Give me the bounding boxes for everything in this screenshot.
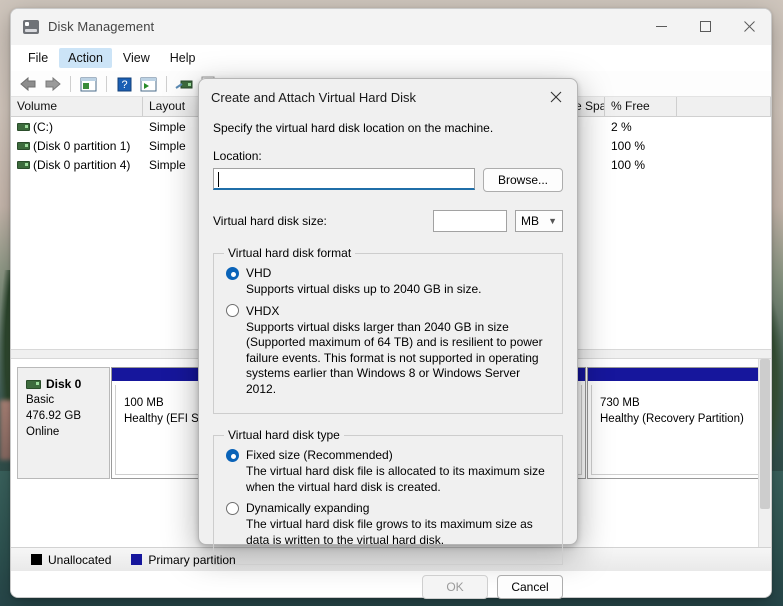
show-hide-tree-icon[interactable] [78,74,99,94]
location-row: Browse... [213,168,563,192]
radio-vhdx[interactable]: VHDX [226,304,552,318]
title-bar: Disk Management [11,9,771,45]
dialog-description: Specify the virtual hard disk location o… [213,121,494,135]
disk-label: Disk 0 [46,377,82,391]
column-header-percent-free[interactable]: % Free [605,97,677,116]
vhdx-help-text: Supports virtual disks larger than 2040 … [246,319,543,396]
dialog-footer: OK Cancel [199,565,577,606]
disk-type: Basic [26,394,55,406]
disk-status: Online [26,426,60,438]
row-layout: Simple [149,119,186,134]
fixed-size-help-text: The virtual hard disk file is allocated … [246,464,545,494]
menu-view[interactable]: View [114,48,159,68]
location-input[interactable] [213,168,475,190]
dialog-body: Specify the virtual hard disk location o… [199,111,577,565]
browse-button[interactable]: Browse... [483,168,563,192]
disk-name-row: Disk 0 [26,376,103,392]
svg-text:?: ? [121,79,127,91]
size-unit-value: MB [521,214,539,228]
disk-icon [26,379,41,389]
partition-3-status: Healthy (Recovery Partition) [600,413,744,425]
vhd-format-legend: Virtual hard disk format [228,246,352,260]
legend-swatch-unallocated [31,554,42,565]
show-hide-action-pane-icon[interactable] [138,74,159,94]
row-volume-label: (Disk 0 partition 1) [33,138,131,153]
window-title: Disk Management [48,19,155,34]
partition-3-size: 730 MB [600,397,640,409]
legend-swatch-primary-partition [131,554,143,565]
radio-vhd-label: VHD [246,266,272,280]
menu-help[interactable]: Help [161,48,205,68]
vhd-type-legend: Virtual hard disk type [228,428,340,442]
volume-disk-icon [17,161,30,170]
toolbar-separator-3 [166,75,167,92]
size-label: Virtual hard disk size: [213,214,327,228]
row-volume-label: (Disk 0 partition 4) [33,157,131,172]
radio-vhd[interactable]: VHD [226,266,552,280]
radio-dynamically-expanding-indicator [226,501,239,515]
row-volume: (C:) [11,120,143,134]
forward-arrow-icon[interactable] [42,74,63,94]
back-arrow-icon[interactable] [18,74,39,94]
row-volume-label: (C:) [33,119,53,134]
help-icon[interactable]: ? [114,74,135,94]
minimize-button[interactable] [639,9,683,45]
menu-file[interactable]: File [19,48,57,68]
radio-dynamically-expanding[interactable]: Dynamically expanding [226,501,552,515]
row-volume: (Disk 0 partition 4) [11,158,143,172]
disk-view-scrollbar[interactable] [758,359,771,547]
menu-bar: File Action View Help [11,45,771,71]
radio-vhdx-indicator [226,304,239,317]
row-layout: Simple [149,138,186,153]
row-percent-free: 100 % [611,157,646,172]
radio-vhdx-label: VHDX [246,303,280,318]
vhd-type-group: Virtual hard disk type Fixed size (Recom… [213,428,563,565]
row-layout: Simple [149,157,186,172]
column-header-volume[interactable]: Volume [11,97,143,116]
radio-dynamically-expanding-label: Dynamically expanding [246,501,370,515]
volume-disk-icon [17,142,30,151]
close-button[interactable] [727,9,771,45]
size-input[interactable] [433,210,507,232]
disk-icon [23,19,39,34]
row-volume: (Disk 0 partition 1) [11,139,143,153]
partition-3[interactable]: 730 MB Healthy (Recovery Partition) [587,367,765,479]
legend-label-unallocated: Unallocated [48,552,112,567]
toolbar-separator-1 [70,75,71,92]
dialog-title: Create and Attach Virtual Hard Disk [211,89,416,105]
dialog-title-bar: Create and Attach Virtual Hard Disk [199,83,577,111]
radio-fixed-size-label: Fixed size (Recommended) [246,448,393,462]
window-controls [639,9,771,45]
volume-disk-icon [17,123,30,132]
cancel-button[interactable]: Cancel [497,575,563,599]
size-row: Virtual hard disk size: MB ▼ [213,210,563,232]
disk-size: 476.92 GB [26,410,81,422]
row-percent-free: 100 % [611,138,646,153]
menu-action[interactable]: Action [59,47,112,68]
properties-icon[interactable] [174,74,195,94]
column-header-spacer [677,97,771,116]
vhd-format-group: Virtual hard disk format VHD Supports vi… [213,246,563,414]
disk-info-panel[interactable]: Disk 0 Basic 476.92 GB Online [17,367,110,479]
partition-3-bar [588,368,764,382]
ok-button[interactable]: OK [422,575,488,599]
vhd-help-text: Supports virtual disks up to 2040 GB in … [246,282,482,296]
radio-vhd-indicator [226,266,239,280]
text-caret [218,172,219,187]
maximize-button[interactable] [683,9,727,45]
radio-fixed-size-indicator [226,448,239,462]
location-label: Location: [213,149,262,163]
create-attach-vhd-dialog: Create and Attach Virtual Hard Disk Spec… [198,78,578,599]
partition-3-body: 730 MB Healthy (Recovery Partition) [591,385,761,475]
close-icon[interactable] [541,85,571,109]
chevron-down-icon: ▼ [548,216,557,226]
column-header-layout[interactable]: Layout [143,97,205,116]
radio-fixed-size[interactable]: Fixed size (Recommended) [226,448,552,462]
scrollbar-thumb[interactable] [760,359,770,509]
size-unit-select[interactable]: MB ▼ [515,210,563,232]
row-percent-free: 2 % [611,119,632,134]
toolbar-separator-2 [106,75,107,92]
dynamically-expanding-help-text: The virtual hard disk file grows to its … [246,517,533,547]
